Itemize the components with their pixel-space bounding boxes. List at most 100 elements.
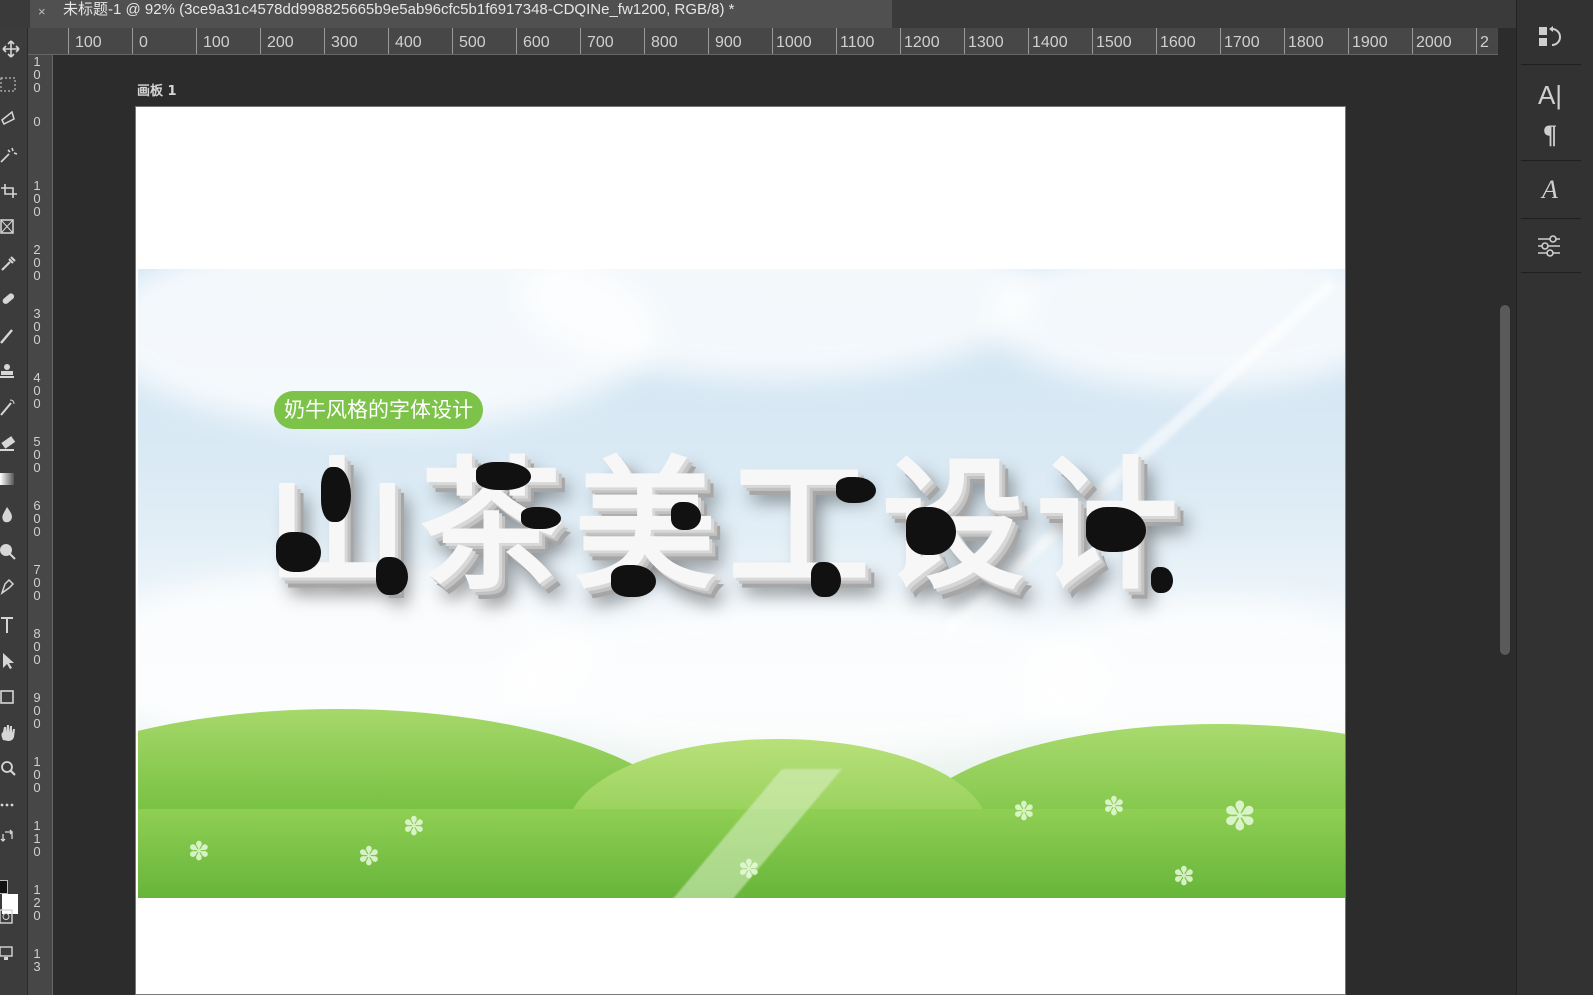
ruler-label: 2 0 0 [33, 242, 41, 283]
character-panel-icon[interactable]: A| [1525, 75, 1575, 115]
ruler-label: 1 2 0 [33, 882, 41, 923]
banner-image: ✽ ✽ ✽ ✽ ✽ ✽ ✽ ✽ 奶牛风格的字体设计 山茶美工设计 [138, 269, 1345, 898]
ruler-label: 1 0 0 [33, 754, 41, 795]
type-icon[interactable] [0, 612, 22, 638]
ruler-label: 200 [267, 34, 294, 51]
ruler-label: 6 0 0 [33, 498, 41, 539]
scrollbar-thumb[interactable] [1500, 305, 1510, 655]
flower-icon: ✽ [1223, 794, 1257, 840]
artboard-label[interactable]: 画板 1 [137, 80, 177, 99]
ruler-label: 1200 [904, 34, 940, 51]
cow-spot [906, 507, 956, 555]
vertical-ruler[interactable]: 1 0 0 0 1 0 0 2 0 0 3 0 0 4 0 0 5 0 0 6 … [28, 55, 53, 995]
ruler-label: 1100 [840, 34, 875, 51]
paragraph-panel-icon[interactable]: ¶ [1525, 115, 1575, 155]
ruler-label: 1400 [1032, 34, 1068, 51]
ruler-label: 1500 [1096, 34, 1132, 51]
ruler-label: 1 0 0 [33, 55, 41, 95]
panel-divider [1521, 218, 1581, 219]
pen-icon[interactable] [0, 574, 22, 600]
document-tab[interactable]: × 未标题-1 @ 92% (3ce9a31c4578dd998825665b9… [30, 0, 892, 28]
ruler-label: 100 [203, 34, 230, 51]
ruler-label: 8 0 0 [33, 626, 41, 667]
ruler-label: 7 0 0 [33, 562, 41, 603]
ruler-label: 1700 [1224, 34, 1260, 51]
flower-icon: ✽ [1103, 792, 1125, 822]
ruler-label: 600 [523, 34, 550, 51]
foreground-color-swatch[interactable] [0, 880, 8, 894]
ruler-label: 1 1 0 [33, 818, 41, 859]
frame-icon[interactable] [0, 214, 22, 240]
adjustments-panel-icon[interactable] [1525, 226, 1575, 266]
path-select-icon[interactable] [0, 648, 22, 674]
flower-icon: ✽ [403, 812, 425, 842]
ruler-label: 1600 [1160, 34, 1196, 51]
quick-select-icon[interactable] [0, 142, 22, 168]
tools-panel [0, 28, 28, 995]
ruler-label: 2 [1480, 34, 1489, 51]
subtitle-badge: 奶牛风格的字体设计 [274, 391, 483, 429]
cow-spot [276, 532, 321, 572]
headline-text-layer[interactable]: 山茶美工设计 [266, 447, 1226, 607]
eraser-icon[interactable] [0, 430, 22, 456]
ruler-label: 400 [395, 34, 422, 51]
hand-icon[interactable] [0, 720, 22, 746]
ruler-label: 700 [587, 34, 614, 51]
cow-spot [1086, 507, 1146, 552]
healing-icon[interactable] [0, 286, 22, 312]
ruler-label: 0 [139, 34, 148, 51]
ruler-label: 9 0 0 [33, 690, 41, 731]
ruler-label: 100 [75, 34, 102, 51]
more-icon[interactable] [0, 792, 22, 818]
ruler-label: 1000 [776, 34, 812, 51]
ruler-label: 1 0 0 [33, 178, 41, 219]
ruler-label: 1800 [1288, 34, 1324, 51]
cow-spot [611, 565, 656, 597]
ruler-label: 1900 [1352, 34, 1388, 51]
eyedropper-icon[interactable] [0, 250, 22, 276]
cow-spot [671, 502, 701, 530]
swap-icon[interactable] [0, 824, 22, 850]
ruler-label: 4 0 0 [33, 370, 41, 411]
panel-divider [1521, 272, 1581, 273]
cow-spot [521, 507, 561, 529]
zoom-icon[interactable] [0, 756, 22, 782]
ruler-label: 500 [459, 34, 486, 51]
quick-mask-icon[interactable] [0, 904, 22, 930]
history-panel-icon[interactable] [1525, 18, 1575, 58]
dodge-icon[interactable] [0, 538, 22, 564]
ruler-label: 1 3 [33, 946, 41, 974]
cow-spot [321, 467, 351, 522]
artboard[interactable]: ✽ ✽ ✽ ✽ ✽ ✽ ✽ ✽ 奶牛风格的字体设计 山茶美工设计 [135, 106, 1346, 995]
brush-icon[interactable] [0, 322, 22, 348]
document-title: 未标题-1 @ 92% (3ce9a31c4578dd998825665b9e5… [63, 1, 735, 18]
cow-spot [476, 462, 531, 490]
screen-mode-icon[interactable] [0, 940, 22, 966]
flower-icon: ✽ [1173, 862, 1195, 892]
stamp-icon[interactable] [0, 358, 22, 384]
blur-icon[interactable] [0, 502, 22, 528]
rectangle-icon[interactable] [0, 684, 22, 710]
ruler-label: 800 [651, 34, 678, 51]
document-tab-bar: × 未标题-1 @ 92% (3ce9a31c4578dd998825665b9… [0, 0, 1520, 28]
ruler-label: 1300 [968, 34, 1004, 51]
horizontal-ruler[interactable]: 100 0 100 200 300 400 500 600 700 800 90… [28, 28, 1498, 55]
ruler-label: 5 0 0 [33, 434, 41, 475]
glyphs-panel-icon[interactable]: A [1525, 170, 1575, 210]
move-icon[interactable] [0, 36, 22, 62]
cow-spot [1151, 567, 1173, 593]
panel-divider [1521, 64, 1581, 65]
flower-icon: ✽ [1013, 797, 1035, 827]
ruler-label: 300 [331, 34, 358, 51]
flower-icon: ✽ [358, 842, 380, 872]
right-panel-dock: A| ¶ A [1516, 0, 1593, 995]
lasso-icon[interactable] [0, 106, 22, 132]
cow-spot [811, 562, 841, 597]
ruler-label: 3 0 0 [33, 306, 41, 347]
marquee-icon[interactable] [0, 72, 22, 98]
crop-icon[interactable] [0, 178, 22, 204]
flower-icon: ✽ [188, 837, 210, 867]
gradient-icon[interactable] [0, 466, 22, 492]
history-brush-icon[interactable] [0, 394, 22, 420]
close-tab-icon[interactable]: × [38, 2, 46, 22]
